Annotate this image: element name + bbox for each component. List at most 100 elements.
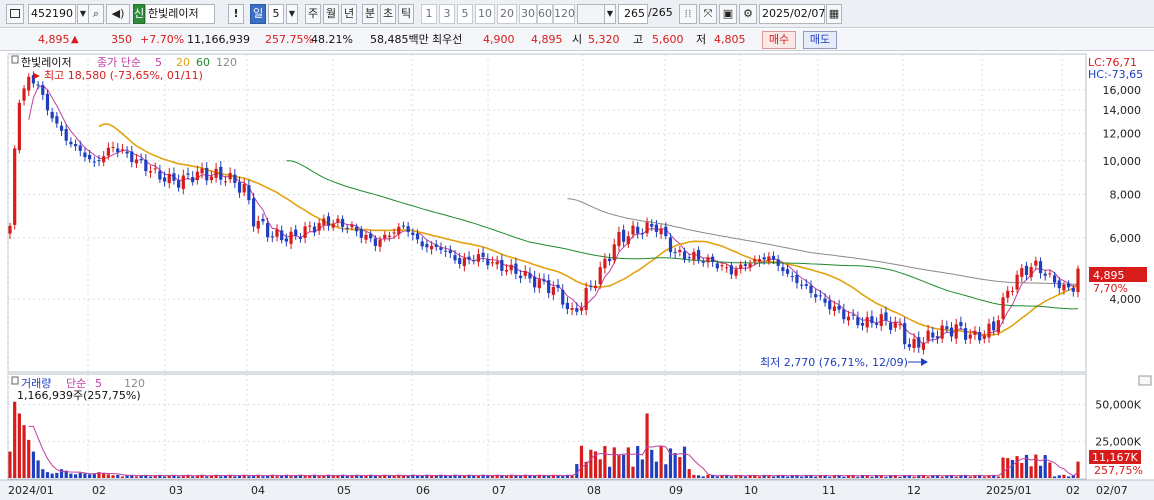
bar-count-input[interactable]: 265 bbox=[618, 4, 648, 24]
sell-button[interactable]: 매도 bbox=[803, 31, 837, 49]
candle-down bbox=[565, 302, 570, 309]
candle-down bbox=[458, 258, 462, 264]
candle-down bbox=[935, 336, 940, 339]
candle-up bbox=[167, 173, 171, 184]
candle-down bbox=[340, 218, 345, 227]
period-week-button[interactable]: 주 bbox=[305, 4, 321, 24]
hc-label: HC:-73,65 bbox=[1088, 68, 1143, 81]
period-tick-button[interactable]: 틱 bbox=[398, 4, 414, 24]
volume-bar bbox=[148, 476, 153, 478]
interval-60-button[interactable]: 60 bbox=[537, 4, 553, 24]
grid-icon[interactable]: ⁞⁞ bbox=[679, 4, 697, 24]
candle-up bbox=[973, 331, 977, 335]
candle-down bbox=[851, 314, 855, 316]
settings-gear-icon[interactable]: ⚙ bbox=[739, 4, 757, 24]
candle-up bbox=[584, 288, 588, 310]
period-day-button[interactable]: 일 bbox=[250, 4, 266, 24]
volume-bar bbox=[1057, 475, 1061, 478]
interval-dropdown-icon[interactable]: ▼ bbox=[604, 4, 616, 24]
period-second-button[interactable]: 초 bbox=[380, 4, 396, 24]
volume-bar bbox=[88, 474, 92, 478]
volume-bar bbox=[303, 476, 307, 478]
candle-down bbox=[804, 284, 808, 286]
crosshair-icon[interactable]: ⤧ bbox=[699, 4, 717, 24]
volume-bar bbox=[317, 476, 321, 478]
candle-down bbox=[1038, 261, 1043, 274]
candle-down bbox=[903, 323, 907, 345]
date-input[interactable]: 2025/02/07 bbox=[759, 4, 825, 24]
stock-name-field[interactable]: 한빛레이저 bbox=[145, 4, 215, 24]
candle-down bbox=[589, 285, 593, 287]
candle-up bbox=[645, 222, 649, 234]
volume-bar bbox=[673, 453, 677, 478]
volume-bar bbox=[1020, 463, 1024, 478]
date-tick-label: 11 bbox=[822, 484, 836, 497]
volume-bar bbox=[134, 476, 139, 478]
current-price: 4,895 bbox=[38, 33, 70, 46]
volume-bar bbox=[289, 476, 293, 478]
candle-down bbox=[59, 125, 64, 131]
price-change-pct: +7.70% bbox=[140, 33, 185, 46]
alert-button[interactable]: ! bbox=[228, 4, 244, 24]
candle-up bbox=[214, 168, 218, 178]
candle-down bbox=[434, 244, 438, 247]
speaker-icon[interactable]: ◀) bbox=[106, 4, 130, 24]
ma5-legend: 5 bbox=[155, 56, 162, 69]
candle-down bbox=[842, 309, 846, 320]
candle-down bbox=[50, 111, 54, 119]
candle-down bbox=[856, 317, 860, 326]
best-quote-label: 최우선 bbox=[432, 33, 463, 46]
period-dropdown-icon[interactable]: ▼ bbox=[286, 4, 298, 24]
last-volume-label: 11,167K bbox=[1092, 451, 1138, 464]
candle-up bbox=[846, 316, 851, 321]
candle-up bbox=[757, 259, 762, 262]
interval-3-button[interactable]: 3 bbox=[439, 4, 455, 24]
stock-chart[interactable]: 16,00014,00012,00010,0008,0006,0004,000 … bbox=[0, 52, 1154, 500]
candle-up bbox=[523, 271, 527, 276]
candle-down bbox=[205, 167, 209, 181]
volume-bar bbox=[490, 475, 495, 478]
interval-1-button[interactable]: 1 bbox=[421, 4, 437, 24]
period-year-button[interactable]: 년 bbox=[341, 4, 357, 24]
interval-30-button[interactable]: 30 bbox=[519, 4, 537, 24]
save-icon[interactable]: ▣ bbox=[719, 4, 737, 24]
candle-up bbox=[678, 249, 682, 253]
candle-up bbox=[504, 269, 509, 272]
candle-down bbox=[280, 230, 284, 241]
candle-down bbox=[654, 224, 659, 232]
chart-area[interactable]: 16,000 14,000 12,000 10,000 8,000 6,000 4,000 … bbox=[0, 52, 1154, 500]
chart-background bbox=[0, 52, 1154, 500]
candle-down bbox=[172, 173, 176, 181]
volume-bar bbox=[626, 447, 630, 478]
period-count-input[interactable]: 5 bbox=[268, 4, 284, 24]
volume-bar bbox=[275, 476, 279, 478]
interval-10-button[interactable]: 10 bbox=[475, 4, 495, 24]
period-minute-button[interactable]: 분 bbox=[362, 4, 378, 24]
calendar-icon[interactable]: ▦ bbox=[826, 4, 842, 24]
candle-down bbox=[411, 232, 415, 235]
volume-bar bbox=[528, 475, 532, 478]
candle-up bbox=[17, 102, 21, 151]
window-icon[interactable] bbox=[6, 4, 24, 24]
candle-down bbox=[837, 305, 841, 310]
period-month-button[interactable]: 월 bbox=[323, 4, 339, 24]
candle-down bbox=[116, 148, 120, 153]
candle-down bbox=[762, 257, 766, 260]
price-tick-label: 10,000 bbox=[1103, 155, 1142, 168]
candle-down bbox=[800, 284, 804, 286]
price-tick-label: 8,000 bbox=[1110, 189, 1142, 202]
volume-panel-toggle-icon[interactable] bbox=[1138, 375, 1152, 386]
volume-bar bbox=[729, 476, 733, 478]
volume-bar bbox=[682, 446, 687, 478]
interval-5-button[interactable]: 5 bbox=[457, 4, 473, 24]
candle-up bbox=[968, 334, 972, 339]
price-tick-label: 4,000 bbox=[1110, 293, 1142, 306]
interval-20-button[interactable]: 20 bbox=[497, 4, 517, 24]
interval-120-button[interactable]: 120 bbox=[553, 4, 575, 24]
volume-bar bbox=[486, 475, 490, 478]
buy-button[interactable]: 매수 bbox=[762, 31, 796, 49]
stock-code-input[interactable]: 452190 bbox=[28, 4, 76, 24]
volume-bar bbox=[22, 425, 26, 478]
volume-bar bbox=[120, 476, 125, 478]
search-icon[interactable]: ⌕ bbox=[88, 4, 104, 24]
